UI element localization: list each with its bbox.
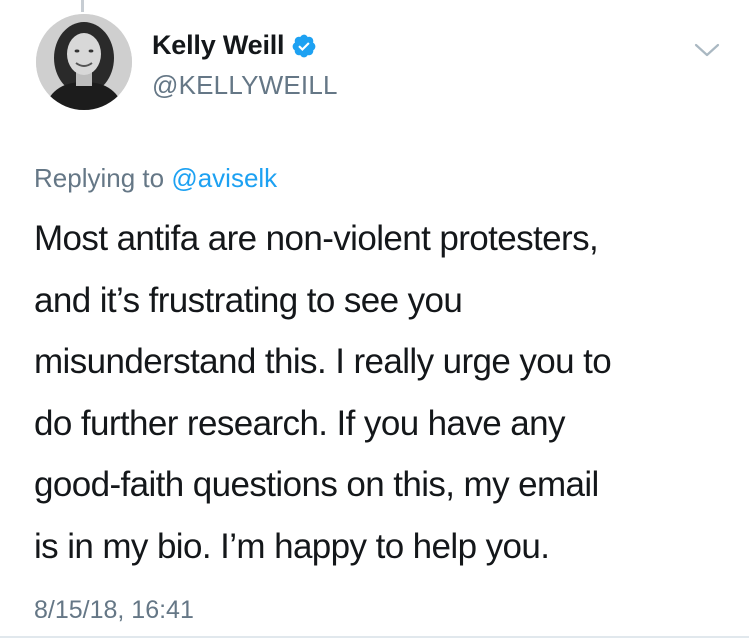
tweet-line: Most antifa are non-violent protesters, xyxy=(34,219,599,258)
author-name-row: Kelly Weill xyxy=(152,30,317,61)
tweet-line: is in my bio. I’m happy to help you. xyxy=(34,526,550,566)
chevron-down-icon xyxy=(694,43,720,57)
author-display-name[interactable]: Kelly Weill xyxy=(152,30,285,61)
avatar-photo xyxy=(36,14,132,110)
tweet-line: do further research. If you have any xyxy=(34,403,566,443)
reply-target-link[interactable]: @aviselk xyxy=(171,163,277,193)
author-handle[interactable]: @KELLYWEILL xyxy=(152,70,338,101)
thread-connector-line xyxy=(81,0,84,12)
tweet-line: good-faith questions on this, my email xyxy=(34,465,599,504)
verified-badge-icon xyxy=(291,33,317,59)
avatar[interactable] xyxy=(36,14,132,110)
tweet-timestamp[interactable]: 8/15/18, 16:41 xyxy=(34,596,194,625)
tweet-text: Most antifa are non-violent protesters, … xyxy=(34,208,734,577)
tweet-line: and it’s frustrating to see you xyxy=(34,280,463,320)
reply-context: Replying to @aviselk xyxy=(34,163,277,194)
tweet-menu-button[interactable] xyxy=(692,38,722,62)
reply-prefix: Replying to xyxy=(34,163,172,193)
tweet-line: misunderstand this. I really urge you to xyxy=(34,342,612,381)
